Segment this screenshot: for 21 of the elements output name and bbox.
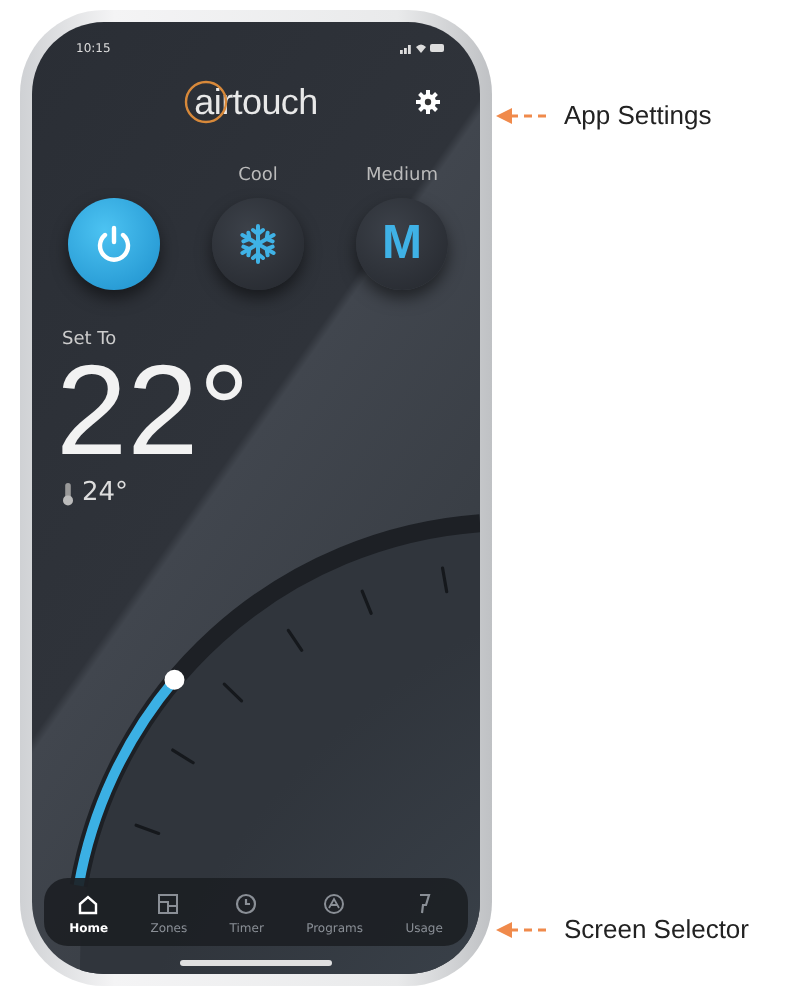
snowflake-icon: [236, 222, 280, 266]
mode-label: Cool: [238, 166, 278, 188]
status-icons: [400, 42, 444, 54]
fan-speed-button[interactable]: M: [356, 198, 448, 290]
room-temperature: 24°: [82, 478, 129, 508]
setpoint-temperature: 22°: [56, 350, 250, 470]
mode-label: Medium: [366, 166, 438, 188]
thermometer-icon: [62, 481, 74, 505]
arrow-icon: [496, 105, 552, 125]
setpoint-label: Set To: [62, 330, 117, 350]
arrow-icon: [496, 919, 552, 939]
callout-label: Screen Selector: [564, 914, 749, 944]
callout-label: App Settings: [564, 100, 712, 130]
mode-button[interactable]: [212, 198, 304, 290]
settings-icon[interactable]: [416, 90, 440, 114]
power-icon: [92, 222, 136, 266]
power-button[interactable]: [68, 198, 160, 290]
home-icon: [76, 892, 101, 916]
grid-icon: [156, 892, 181, 916]
circle-icon: [322, 892, 347, 916]
clock-icon: [234, 892, 259, 916]
